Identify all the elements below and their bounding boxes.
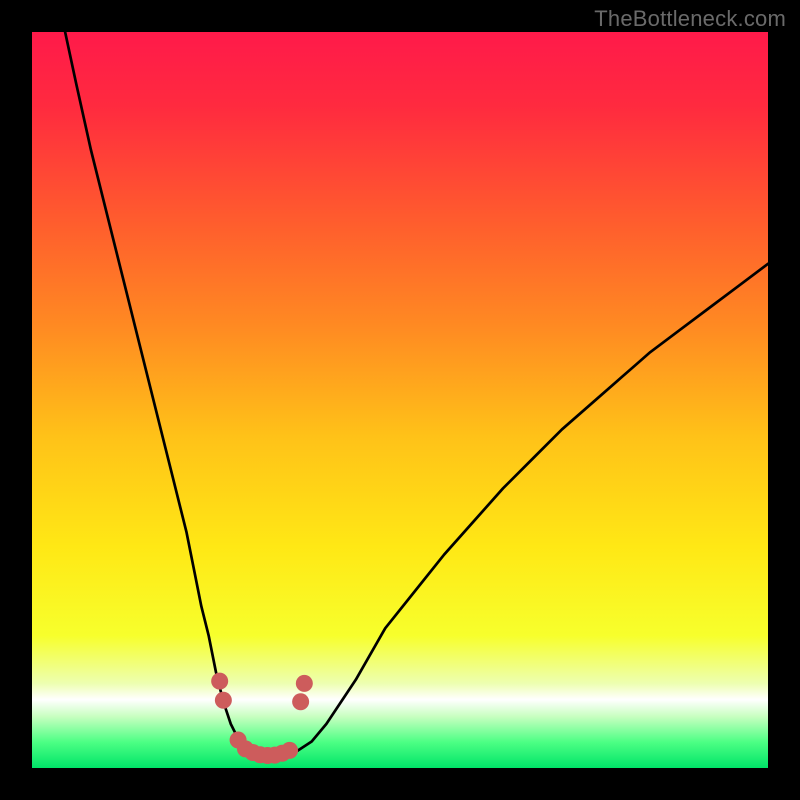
gradient-background	[32, 32, 768, 768]
curve-marker	[281, 742, 298, 759]
watermark-text: TheBottleneck.com	[594, 6, 786, 32]
chart-frame: TheBottleneck.com	[0, 0, 800, 800]
curve-marker	[296, 675, 313, 692]
curve-marker	[292, 693, 309, 710]
bottleneck-chart	[32, 32, 768, 768]
curve-marker	[211, 673, 228, 690]
curve-marker	[215, 692, 232, 709]
